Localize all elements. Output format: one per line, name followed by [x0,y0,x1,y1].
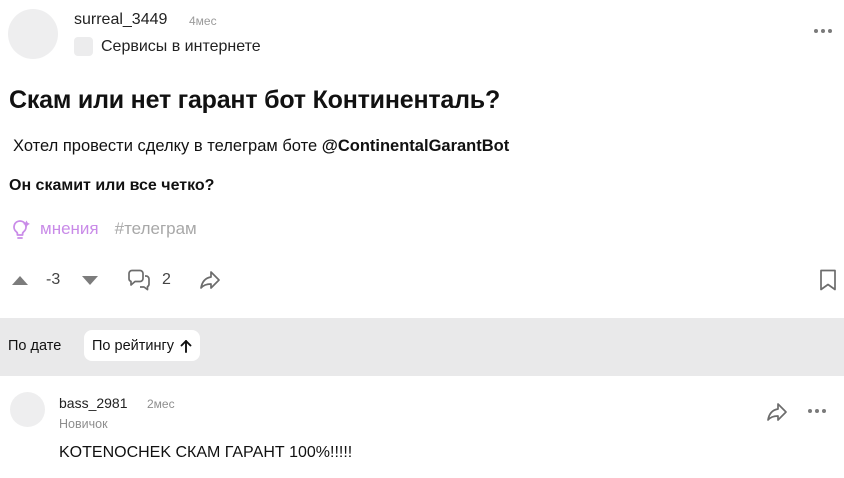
sort-by-rating-button[interactable]: По рейтингу [84,330,201,361]
more-horizontal-icon [814,29,818,33]
bookmark-icon [820,269,836,291]
community-link[interactable]: Сервисы в интернете [74,37,261,56]
comment-time: 2мес [147,397,175,411]
post-actions: -3 2 [10,267,840,293]
comment-author-rank: Новичок [59,417,108,431]
bookmark-button[interactable] [818,268,838,292]
comment-share-button[interactable] [765,401,789,428]
comment-author[interactable]: bass_2981 [59,395,128,411]
post-author[interactable]: surreal_3449 [74,11,167,29]
more-horizontal-icon [808,409,812,413]
post-question: Он скамит или все четко? [9,177,215,194]
author-avatar[interactable] [8,9,58,59]
tag-hashtag[interactable]: #телеграм [115,219,197,239]
comments-sort-bar: По дате По рейтингу [0,318,844,376]
comment-text: KOTENOCHEK СКАМ ГАРАНТ 100%!!!!! [59,444,353,461]
post-score: -3 [46,271,61,288]
comment-more-button[interactable] [808,409,826,413]
tag-category-label: мнения [40,219,99,238]
comment-avatar[interactable] [10,392,45,427]
post-body-text: Хотел провести сделку в телеграм боте [13,137,322,155]
sort-by-rating-label: По рейтингу [92,337,175,354]
comment-item: bass_2981 2мес Новичок KOTENOCHEK СКАМ Г… [0,376,844,478]
arrow-down-icon [82,276,98,285]
comments-icon [128,269,150,291]
share-icon [767,403,787,421]
community-name: Сервисы в интернете [101,37,261,55]
post-title: Скам или нет гарант бот Континенталь? [9,86,501,114]
arrow-up-icon [180,339,192,353]
post-time: 4мес [189,14,217,28]
downvote-button[interactable] [80,271,100,289]
upvote-button[interactable] [10,271,30,289]
mention-link[interactable]: @ContinentalGarantBot [322,137,510,155]
share-icon [200,271,220,289]
lightbulb-icon [13,220,30,239]
tag-category[interactable]: мнения [9,218,99,240]
comments-button[interactable]: 2 [126,268,171,292]
post-card: surreal_3449 4мес Сервисы в интернете Ск… [0,0,844,318]
share-button[interactable] [198,269,222,291]
post-tags: мнения #телеграм [9,218,197,240]
post-body: Хотел провести сделку в телеграм боте @C… [13,137,509,156]
sort-by-date-button[interactable]: По дате [0,330,69,361]
comments-count: 2 [162,271,171,288]
post-more-button[interactable] [814,29,832,33]
community-icon [74,37,93,56]
arrow-up-icon [12,276,28,285]
